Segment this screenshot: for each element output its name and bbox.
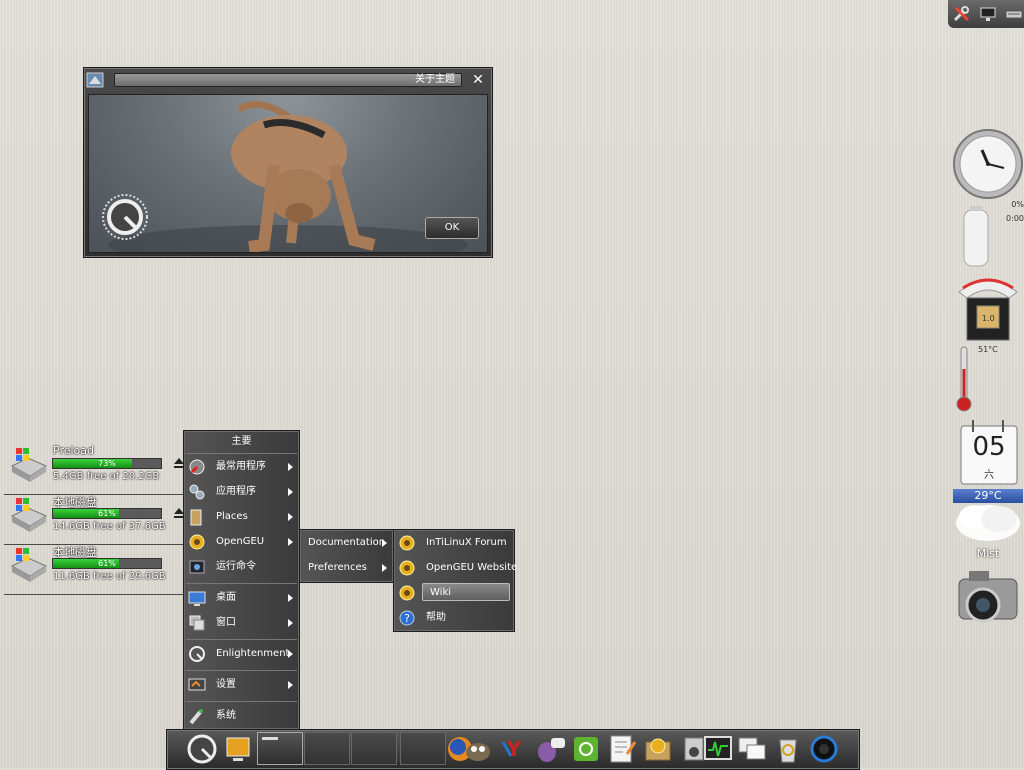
pager-desktop-3[interactable] xyxy=(351,732,397,765)
favorites-icon xyxy=(188,458,206,476)
windows-icon xyxy=(188,614,206,632)
enlightenment-logo-icon xyxy=(101,189,149,243)
gimp-icon[interactable] xyxy=(461,732,495,766)
cpu-widget[interactable]: 1.0 xyxy=(955,272,1021,348)
menu-item-settings[interactable]: 设置 xyxy=(186,673,297,697)
drive-free-space: 5.4GB free of 20.2GB xyxy=(53,471,160,482)
calendar-day: 05 xyxy=(972,432,1006,462)
hard-drive-icon[interactable] xyxy=(8,496,50,534)
submenu-item-preferences[interactable]: Preferences xyxy=(302,556,391,580)
drive-free-space: 14.6GB free of 37.6GB xyxy=(53,521,166,532)
enlightenment-start-icon[interactable] xyxy=(185,732,219,766)
cpu-temperature: 51°C xyxy=(978,345,998,354)
usage-bar: 61% xyxy=(52,558,162,569)
menu-title: 主要 xyxy=(231,436,252,447)
applications-icon xyxy=(188,483,206,501)
package-icon[interactable] xyxy=(641,732,675,766)
ymessenger-icon[interactable]: Y xyxy=(497,732,531,766)
opengeu-icon xyxy=(398,534,416,552)
webcam-icon[interactable] xyxy=(807,732,841,766)
menu-item-applications[interactable]: 应用程序 xyxy=(186,480,297,504)
drive-free-space: 11.6GB free of 29.6GB xyxy=(53,571,166,582)
software-manager-icon[interactable] xyxy=(569,732,603,766)
close-icon[interactable]: ✕ xyxy=(470,72,486,88)
trash-icon[interactable] xyxy=(771,732,805,766)
hard-drive-icon[interactable] xyxy=(8,546,50,584)
desktop-icon xyxy=(188,589,206,607)
main-menu: 主要 最常用程序 应用程序 Places OpenGEU 运行命令 桌面 窗口 … xyxy=(183,430,300,730)
submenu-item-documentation[interactable]: Documentation xyxy=(302,531,391,555)
opengeu-icon xyxy=(398,559,416,577)
weather-widget[interactable]: 29°C Mist xyxy=(953,489,1023,560)
window-list-icon[interactable] xyxy=(735,732,769,766)
usage-bar: 61% xyxy=(52,508,162,519)
usage-percent: 73% xyxy=(98,459,116,468)
text-editor-icon[interactable] xyxy=(605,732,639,766)
documentation-submenu: InTiLinuX Forum OpenGEU Website Wiki ? 帮… xyxy=(393,529,517,632)
menu-item-run-command[interactable]: 运行命令 xyxy=(186,555,297,579)
doc-item-intilinux-forum[interactable]: InTiLinuX Forum xyxy=(396,531,512,555)
system-tray xyxy=(948,0,1024,28)
opengeu-icon xyxy=(188,533,206,551)
menu-item-system[interactable]: 系统 xyxy=(186,704,297,728)
doc-item-help[interactable]: ? 帮助 xyxy=(396,606,512,630)
drive-monitor: 本地磁盘 61% 14.6GB free of 37.6GB xyxy=(4,494,184,545)
pager-desktop-1[interactable] xyxy=(257,732,303,765)
pidgin-icon[interactable] xyxy=(533,732,567,766)
menu-item-favorites[interactable]: 最常用程序 xyxy=(186,455,297,479)
thermometer-icon xyxy=(955,345,973,413)
folder-icon xyxy=(188,508,206,526)
about-theme-dialog: 关于主题 ✕ OK xyxy=(83,67,493,258)
usage-bar: 73% xyxy=(52,458,162,469)
drive-monitor: Preload 73% 5.4GB free of 20.2GB xyxy=(4,444,184,495)
clock-widget[interactable] xyxy=(952,128,1024,200)
doc-item-opengeu-website[interactable]: OpenGEU Website xyxy=(396,556,517,580)
usage-percent: 61% xyxy=(98,559,116,568)
battery-labels: 0% 0:00 xyxy=(1006,200,1024,223)
ok-button[interactable]: OK xyxy=(425,217,479,239)
opengeu-icon xyxy=(398,584,416,602)
enlightenment-icon xyxy=(188,645,206,663)
theme-preview: OK xyxy=(88,94,488,253)
run-command-icon xyxy=(188,558,206,576)
menu-item-enlightenment[interactable]: Enlightenment xyxy=(186,642,297,666)
camera-icon[interactable] xyxy=(953,565,1023,635)
drive-monitor: 本地磁盘 61% 11.6GB free of 29.6GB xyxy=(4,544,184,595)
desktop-icon[interactable] xyxy=(221,732,255,766)
menu-item-desktop[interactable]: 桌面 xyxy=(186,586,297,610)
settings-icon xyxy=(188,676,206,694)
weather-label: Mist xyxy=(976,547,1000,560)
drive-name: Preload xyxy=(53,444,94,457)
weather-temp: 29°C xyxy=(953,489,1023,503)
menu-item-windows[interactable]: 窗口 xyxy=(186,611,297,635)
calendar-widget[interactable]: 05 六 xyxy=(959,420,1019,486)
doc-item-wiki[interactable]: Wiki xyxy=(396,581,512,605)
hard-drive-icon[interactable] xyxy=(8,446,50,484)
calendar-weekday: 六 xyxy=(984,470,994,481)
usage-percent: 61% xyxy=(98,509,116,518)
svg-text:?: ? xyxy=(404,612,410,625)
theme-app-icon xyxy=(86,70,106,90)
system-monitor-icon[interactable] xyxy=(701,732,735,766)
pager-desktop-4[interactable] xyxy=(400,732,446,765)
menu-item-places[interactable]: Places xyxy=(186,505,297,529)
network-icon[interactable] xyxy=(978,4,998,24)
keyboard-icon[interactable] xyxy=(1004,4,1024,24)
battery-widget[interactable] xyxy=(962,206,990,268)
help-icon: ? xyxy=(398,609,416,627)
pager-desktop-2[interactable] xyxy=(304,732,350,765)
menu-item-opengeu[interactable]: OpenGEU xyxy=(186,530,297,554)
opengeu-submenu: Documentation Preferences xyxy=(299,529,394,583)
dialog-titlebar[interactable]: 关于主题 ✕ xyxy=(84,68,492,92)
dialog-title: 关于主题 xyxy=(114,73,462,87)
taskbar: Y xyxy=(166,729,860,770)
system-icon xyxy=(188,707,206,725)
tools-icon[interactable] xyxy=(952,4,972,24)
